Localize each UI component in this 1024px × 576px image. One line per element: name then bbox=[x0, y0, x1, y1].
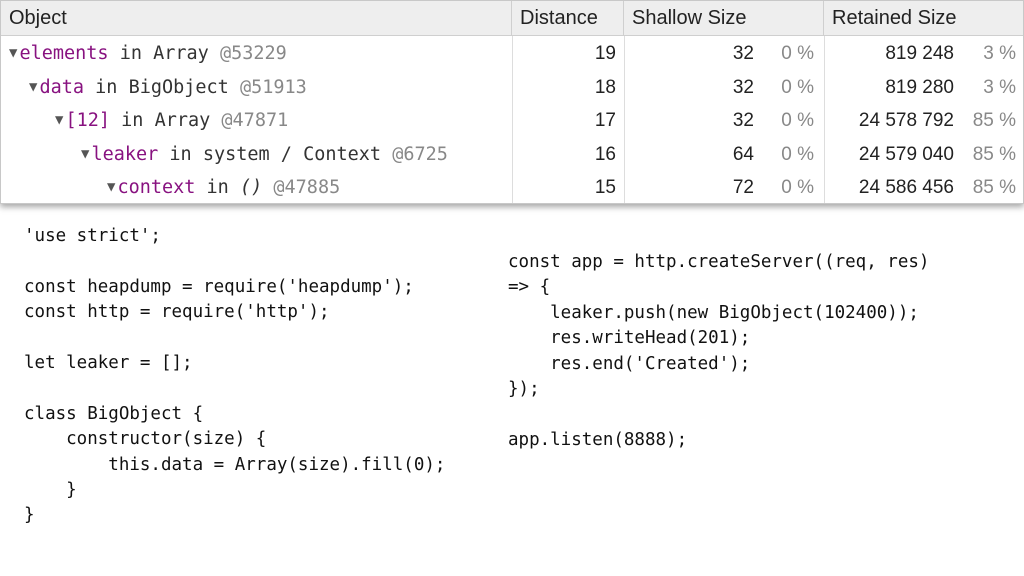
distance-value: 19 bbox=[594, 43, 616, 64]
retained-size-percent: 85 % bbox=[972, 110, 1016, 132]
object-type: Array bbox=[153, 43, 209, 64]
shallow-size-value: 32 bbox=[732, 110, 754, 132]
distance-value: 18 bbox=[594, 76, 616, 98]
object-type: system / Context bbox=[202, 143, 382, 165]
retained-size-value: 24 578 792 bbox=[858, 110, 954, 132]
table-row[interactable]: ▼ [12] in Array @47871 17 32 0 % 24 578 7… bbox=[1, 104, 1023, 138]
shallow-size-value: 64 bbox=[732, 143, 754, 165]
code-block-right: const app = http.createServer((req, res)… bbox=[508, 252, 930, 450]
table-row[interactable]: ▼ elements in Array @53229 19 32 0 % 819 … bbox=[1, 37, 1023, 71]
retained-size-percent: 85 % bbox=[972, 143, 1016, 165]
heap-snapshot-table: Object Distance Shallow Size Retained Si… bbox=[0, 0, 1024, 204]
column-header-retained-size[interactable]: Retained Size bbox=[824, 1, 1023, 36]
object-id: @51913 bbox=[239, 76, 307, 98]
expand-triangle-icon[interactable]: ▼ bbox=[107, 171, 115, 203]
distance-value: 15 bbox=[594, 177, 616, 199]
retained-size-percent: 3 % bbox=[983, 43, 1016, 64]
column-header-object[interactable]: Object bbox=[1, 1, 512, 36]
shallow-size-value: 32 bbox=[732, 43, 754, 64]
table-row[interactable]: ▼ context in () @47885 15 72 0 % 24 586 4… bbox=[1, 171, 1023, 203]
expand-triangle-icon[interactable]: ▼ bbox=[55, 104, 63, 138]
shallow-size-percent: 0 % bbox=[781, 143, 814, 165]
object-type: () bbox=[239, 177, 263, 199]
retainer-object: ▼ data in BigObject @51913 bbox=[1, 71, 307, 105]
connector-text: in bbox=[121, 110, 144, 132]
table-row[interactable]: ▼ leaker in system / Context @6725 16 64 … bbox=[1, 138, 1023, 172]
retained-size-value: 819 248 bbox=[885, 43, 954, 64]
shallow-size-value: 72 bbox=[732, 177, 754, 199]
table-row[interactable]: ▼ data in BigObject @51913 18 32 0 % 819 … bbox=[1, 71, 1023, 105]
connector-text: in bbox=[119, 43, 142, 64]
property-name: context bbox=[117, 177, 196, 199]
expand-triangle-icon[interactable]: ▼ bbox=[81, 138, 89, 172]
object-id: @6725 bbox=[392, 143, 448, 165]
code-block-left: 'use strict'; const heapdump = require('… bbox=[24, 226, 446, 526]
object-id: @53229 bbox=[219, 43, 287, 64]
distance-value: 16 bbox=[594, 143, 616, 165]
object-type: Array bbox=[154, 110, 211, 132]
expand-triangle-icon[interactable]: ▼ bbox=[29, 71, 37, 105]
distance-value: 17 bbox=[594, 110, 616, 132]
shallow-size-value: 32 bbox=[732, 76, 754, 98]
property-name: data bbox=[39, 76, 84, 98]
shallow-size-percent: 0 % bbox=[781, 76, 814, 98]
retainer-object: ▼ context in () @47885 bbox=[1, 171, 341, 203]
connector-text: in bbox=[206, 177, 229, 199]
retainer-object: ▼ elements in Array @53229 bbox=[1, 37, 287, 71]
property-name: [12] bbox=[65, 110, 110, 132]
column-header-shallow-size[interactable]: Shallow Size bbox=[624, 1, 824, 36]
retained-size-value: 24 579 040 bbox=[858, 143, 954, 165]
retainer-object: ▼ [12] in Array @47871 bbox=[1, 104, 288, 138]
shallow-size-percent: 0 % bbox=[781, 110, 814, 132]
connector-text: in bbox=[95, 76, 118, 98]
property-name: leaker bbox=[91, 143, 159, 165]
table-header: Object Distance Shallow Size Retained Si… bbox=[1, 1, 1023, 36]
property-name: elements bbox=[19, 43, 109, 64]
shallow-size-percent: 0 % bbox=[781, 177, 814, 199]
shallow-size-percent: 0 % bbox=[781, 43, 814, 64]
retained-size-percent: 85 % bbox=[972, 177, 1016, 199]
object-id: @47871 bbox=[221, 110, 289, 132]
object-type: BigObject bbox=[128, 76, 229, 98]
retained-size-value: 24 586 456 bbox=[858, 177, 954, 199]
column-header-distance[interactable]: Distance bbox=[512, 1, 624, 36]
object-id: @47885 bbox=[273, 177, 341, 199]
connector-text: in bbox=[169, 143, 192, 165]
retained-size-value: 819 280 bbox=[885, 76, 954, 98]
retainer-object: ▼ leaker in system / Context @6725 bbox=[1, 138, 448, 172]
retained-size-percent: 3 % bbox=[983, 76, 1016, 98]
expand-triangle-icon[interactable]: ▼ bbox=[9, 37, 17, 71]
